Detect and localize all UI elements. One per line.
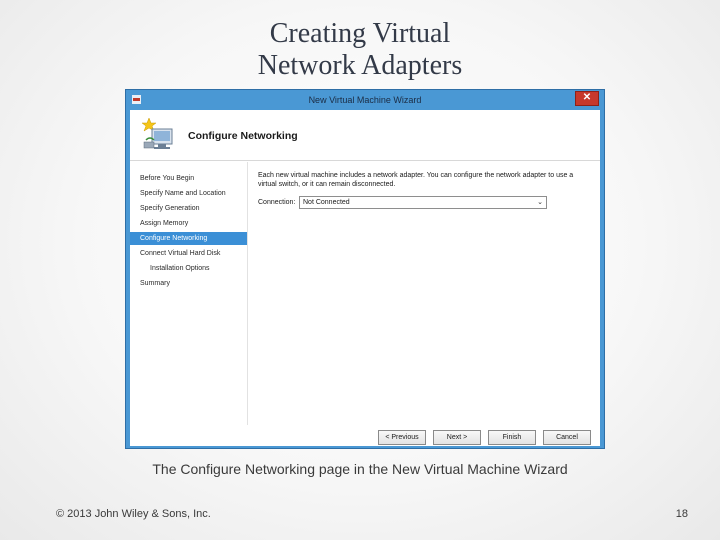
nav-item-summary[interactable]: Summary — [130, 277, 247, 290]
nav-item-specify-generation[interactable]: Specify Generation — [130, 202, 247, 215]
page-description: Each new virtual machine includes a netw… — [258, 172, 574, 188]
slide-title-line-2: Network Adapters — [257, 50, 463, 81]
chevron-down-icon: ⌄ — [537, 199, 543, 206]
previous-button[interactable]: < Previous — [378, 430, 426, 445]
nav-item-installation-options[interactable]: Installation Options — [130, 262, 247, 275]
wizard-header: Configure Networking — [130, 110, 600, 161]
finish-button[interactable]: Finish — [488, 430, 536, 445]
connection-dropdown[interactable]: Not Connected ⌄ — [299, 196, 547, 209]
nav-item-assign-memory[interactable]: Assign Memory — [130, 217, 247, 230]
window-titlebar[interactable]: New Virtual Machine Wizard ✕ — [126, 90, 604, 110]
network-computer-icon — [141, 117, 173, 149]
slide-title-line-1: Creating Virtual — [269, 18, 451, 49]
nav-item-connect-virtual-hard-disk[interactable]: Connect Virtual Hard Disk — [130, 247, 247, 260]
wizard-client-area: Configure Networking Before You Begin Sp… — [130, 110, 600, 446]
connection-label: Connection: — [258, 199, 296, 206]
page-number: 18 — [675, 508, 688, 520]
nav-item-configure-networking[interactable]: Configure Networking — [130, 232, 247, 245]
copyright-notice: © 2013 John Wiley & Sons, Inc. — [56, 508, 211, 520]
next-button[interactable]: Next > — [433, 430, 481, 445]
page-heading: Configure Networking — [188, 130, 298, 142]
nav-item-before-you-begin[interactable]: Before You Begin — [130, 172, 247, 185]
cancel-button[interactable]: Cancel — [543, 430, 591, 445]
slide-title: Creating Virtual Network Adapters — [0, 18, 720, 82]
wizard-window: New Virtual Machine Wizard ✕ Configure N… — [125, 89, 605, 449]
nav-item-specify-name-location[interactable]: Specify Name and Location — [130, 187, 247, 200]
window-title: New Virtual Machine Wizard — [308, 95, 422, 105]
close-button[interactable]: ✕ — [575, 91, 599, 106]
close-icon: ✕ — [582, 92, 592, 103]
connection-selected-value: Not Connected — [303, 199, 350, 206]
wizard-button-bar: < Previous Next > Finish Cancel — [130, 425, 600, 446]
wizard-step-nav: Before You Begin Specify Name and Locati… — [130, 162, 248, 446]
figure-caption: The Configure Networking page in the New… — [152, 461, 568, 477]
